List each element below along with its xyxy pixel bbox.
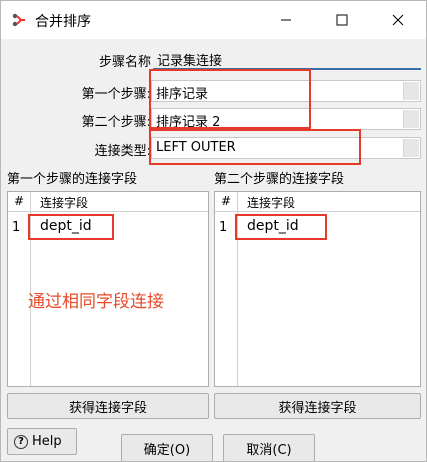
first-step-select[interactable]: 排序记录	[151, 80, 421, 102]
col-field-header: 连接字段	[40, 196, 89, 210]
second-step-label: 第二个步骤:	[81, 115, 151, 130]
maximize-icon	[336, 14, 348, 26]
right-section-title: 第二个步骤的连接字段	[214, 172, 345, 187]
dropdown-arrow-icon[interactable]	[403, 110, 419, 128]
step-name-input[interactable]: 记录集连接	[153, 48, 421, 70]
help-icon: ?	[14, 434, 28, 449]
step-name-label: 步骤名称	[98, 55, 151, 70]
annotation-text: 通过相同字段连接	[28, 292, 164, 312]
get-right-fields-button[interactable]: 获得连接字段	[214, 393, 421, 419]
col-number-header: #	[13, 194, 25, 208]
join-type-value: LEFT OUTER	[156, 140, 236, 155]
first-step-value: 排序记录	[156, 87, 209, 102]
merge-join-dialog: 合并排序 步骤名称 记录集连接 第一个步骤: 排序记录 第二个步骤: 排序记录 …	[0, 0, 427, 462]
first-step-label: 第一个步骤:	[81, 87, 151, 102]
close-icon	[392, 14, 404, 26]
merge-join-icon	[11, 12, 27, 28]
get-left-fields-button[interactable]: 获得连接字段	[7, 393, 209, 419]
row-number: 1	[12, 220, 21, 235]
maximize-button[interactable]	[319, 1, 365, 39]
col-field-header: 连接字段	[247, 196, 296, 210]
second-step-value: 排序记录 2	[156, 115, 221, 130]
dropdown-arrow-icon[interactable]	[403, 82, 419, 100]
minimize-icon	[281, 19, 291, 21]
title-bar: 合并排序	[1, 1, 426, 39]
dropdown-arrow-icon[interactable]	[403, 139, 419, 157]
join-type-label: 连接类型:	[94, 144, 151, 159]
column-divider	[237, 192, 238, 386]
right-fields-table[interactable]: # 连接字段 1 dept_id	[214, 191, 421, 387]
help-button[interactable]: ? Help	[7, 428, 77, 455]
col-number-header: #	[220, 194, 232, 208]
help-label: Help	[32, 434, 62, 449]
table-cell-field[interactable]: dept_id	[247, 218, 299, 234]
table-header: # 连接字段	[8, 192, 208, 212]
close-button[interactable]	[375, 1, 421, 39]
second-step-select[interactable]: 排序记录 2	[151, 108, 421, 130]
left-section-title: 第一个步骤的连接字段	[7, 172, 138, 187]
join-type-select[interactable]: LEFT OUTER	[151, 137, 421, 159]
minimize-button[interactable]	[263, 1, 309, 39]
ok-button[interactable]: 确定(O)	[121, 434, 213, 461]
cancel-button[interactable]: 取消(C)	[223, 434, 315, 461]
row-number: 1	[219, 220, 228, 235]
table-header: # 连接字段	[215, 192, 420, 212]
window-title: 合并排序	[35, 14, 91, 30]
table-cell-field[interactable]: dept_id	[40, 218, 92, 234]
